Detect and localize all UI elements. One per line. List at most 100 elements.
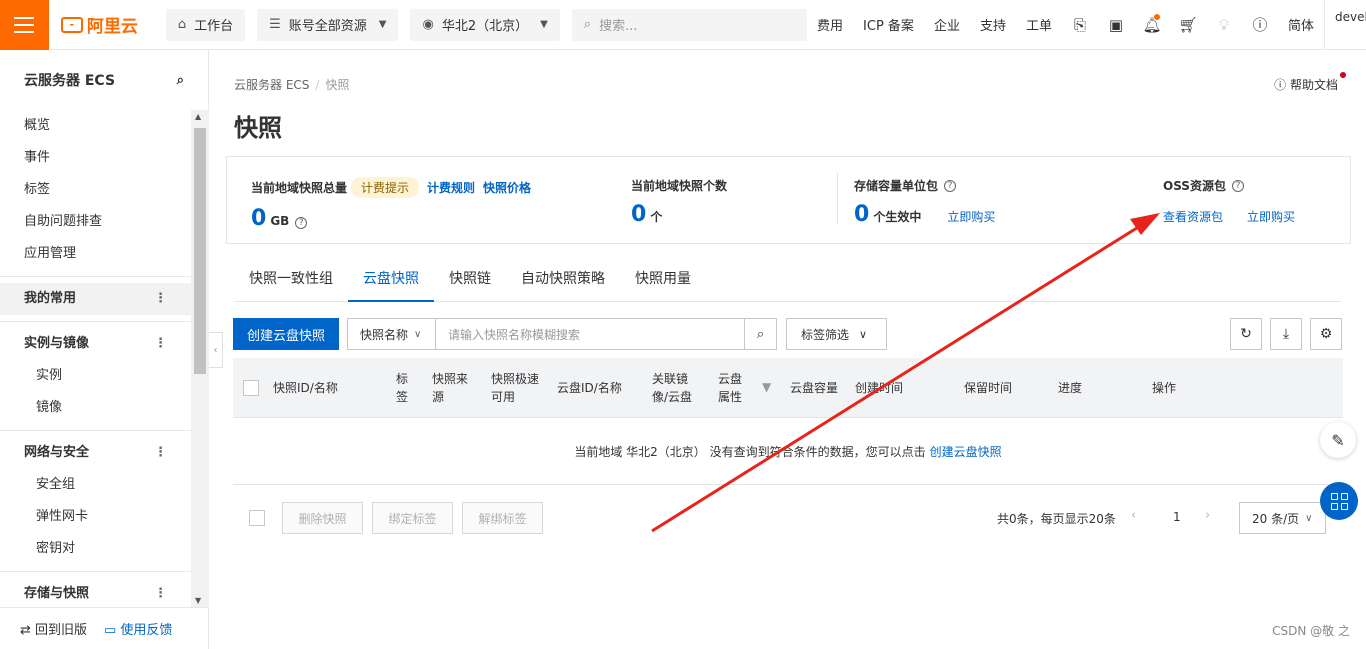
sidebar-group-storage[interactable]: 存储与快照 ⋮	[0, 578, 191, 607]
feedback-link[interactable]: ▭ 使用反馈	[104, 619, 172, 638]
nav-link-support[interactable]: 支持	[970, 15, 1016, 34]
create-disk-snapshot-button[interactable]: 创建云盘快照	[233, 318, 339, 350]
chevron-right-icon[interactable]: ›	[1205, 508, 1210, 523]
view-resource-packages-link[interactable]: 查看资源包	[1163, 208, 1223, 225]
export-button[interactable]: ⤓	[1270, 318, 1302, 350]
breadcrumb: 云服务器 ECS / 快照	[234, 78, 350, 92]
menu-icon[interactable]	[0, 0, 49, 50]
buy-oss-package-link[interactable]: 立即购买	[1247, 208, 1295, 225]
delete-snapshot-button[interactable]: 删除快照	[282, 502, 363, 534]
sidebar-item-images[interactable]: 镜像	[0, 392, 191, 424]
question-icon[interactable]: ?	[944, 179, 957, 192]
more-vertical-icon[interactable]: ⋮	[154, 283, 167, 315]
tab-auto-snapshot-policy[interactable]: 自动快照策略	[506, 262, 620, 302]
scroll-up-icon[interactable]: ▲	[195, 112, 201, 121]
all-resources-dropdown[interactable]: ☰ 账号全部资源 ▼	[257, 8, 399, 41]
buy-storage-package-link[interactable]: 立即购买	[947, 208, 995, 225]
nav-link-icp[interactable]: ICP 备案	[853, 15, 924, 34]
server-list-icon: ☰	[269, 17, 281, 32]
tab-snapshot-usage[interactable]: 快照用量	[620, 262, 706, 302]
table-empty-state: 当前地域 华北2（北京） 没有查询到符合条件的数据，您可以点击 创建云盘快照	[233, 419, 1343, 485]
select-all-checkbox-footer[interactable]	[249, 510, 265, 526]
snapshot-price-link[interactable]: 快照价格	[483, 179, 531, 196]
location-pin-icon: ◉	[422, 17, 434, 32]
breadcrumb-current: 快照	[325, 78, 350, 92]
chevron-down-icon: ▼	[540, 19, 548, 30]
col-snapshot-id: 快照ID/名称	[273, 381, 338, 395]
nav-link-billing[interactable]: 费用	[807, 15, 853, 34]
sidebar-group-instances[interactable]: 实例与镜像 ⋮	[0, 328, 191, 360]
question-icon: ⓘ	[1274, 78, 1287, 92]
tab-snapshot-chain[interactable]: 快照链	[434, 262, 506, 302]
sidebar-item-app-mgmt[interactable]: 应用管理	[0, 238, 191, 270]
global-search-input[interactable]: ⌕ 搜索...	[571, 8, 808, 41]
more-vertical-icon[interactable]: ⋮	[154, 578, 167, 607]
snapshot-tabs: 快照一致性组 云盘快照 快照链 自动快照策略 快照用量	[234, 262, 1341, 302]
chevron-down-icon: ∨	[414, 328, 422, 340]
sidebar-menu: 概览 事件 标签 自助问题排查 应用管理 我的常用 ⋮ 实例与镜像 ⋮ 实例 镜像 …	[0, 110, 191, 607]
unbind-tag-button[interactable]: 解绑标签	[462, 502, 543, 534]
refresh-button[interactable]: ↻	[1230, 318, 1262, 350]
settings-button[interactable]: ⚙	[1310, 318, 1342, 350]
col-related-image: 关联镜像/云盘	[652, 372, 693, 404]
sidebar-scrollbar[interactable]: ▲ ▼	[191, 110, 209, 607]
aliyun-logo[interactable]: - 阿里云	[60, 12, 154, 37]
help-icon[interactable]: ⓘ	[1242, 14, 1278, 35]
sidebar-item-overview[interactable]: 概览	[0, 110, 191, 142]
divider	[0, 571, 191, 572]
refresh-icon: ↻	[1240, 326, 1252, 342]
create-disk-snapshot-link[interactable]: 创建云盘快照	[930, 443, 1002, 460]
filter-icon[interactable]: ▼	[762, 378, 771, 396]
topbar-right-group: 费用 ICP 备案 企业 支持 工单 ⎘ ▣ 🔔︎ 🛒︎ 💡︎ ⓘ 简体 dev…	[807, 0, 1366, 50]
tab-consistency-group[interactable]: 快照一致性组	[234, 262, 348, 302]
chevron-left-icon[interactable]: ‹	[1131, 508, 1136, 523]
sidebar-item-troubleshoot[interactable]: 自助问题排查	[0, 206, 191, 238]
sidebar-item-keypair[interactable]: 密钥对	[0, 533, 191, 565]
filing-icon[interactable]: ⎘	[1062, 16, 1098, 34]
search-icon[interactable]: ⌕	[177, 73, 184, 88]
tag-filter-dropdown[interactable]: 标签筛选 ∨	[786, 318, 887, 350]
lightbulb-icon[interactable]: 💡︎	[1206, 16, 1242, 34]
sidebar-item-events[interactable]: 事件	[0, 142, 191, 174]
bind-tag-button[interactable]: 绑定标签	[372, 502, 453, 534]
terminal-icon[interactable]: ▣	[1098, 16, 1134, 34]
help-docs-link[interactable]: ⓘ 帮助文档	[1274, 72, 1346, 93]
tab-disk-snapshot[interactable]: 云盘快照	[348, 262, 434, 302]
question-icon[interactable]: ?	[295, 217, 308, 229]
breadcrumb-root[interactable]: 云服务器 ECS	[234, 78, 309, 92]
sidebar-item-tags[interactable]: 标签	[0, 174, 191, 206]
nav-link-ticket[interactable]: 工单	[1016, 15, 1062, 34]
search-field-select[interactable]: 快照名称 ∨	[347, 318, 436, 350]
bell-icon[interactable]: 🔔︎	[1134, 13, 1170, 34]
search-icon: ⌕	[756, 326, 765, 342]
pagination-page[interactable]: 1	[1173, 510, 1181, 524]
scrollbar-thumb[interactable]	[194, 128, 206, 374]
sidebar-item-favorites[interactable]: 我的常用 ⋮	[0, 283, 191, 315]
billing-tip-badge[interactable]: 计费提示	[351, 177, 420, 198]
page-size-select[interactable]: 20 条/页 ∨	[1239, 502, 1326, 534]
workbench-button[interactable]: ⌂ 工作台	[165, 8, 246, 41]
sidebar-item-instances[interactable]: 实例	[0, 360, 191, 392]
nav-link-enterprise[interactable]: 企业	[924, 15, 970, 34]
more-vertical-icon[interactable]: ⋮	[154, 328, 167, 360]
cart-icon[interactable]: 🛒︎	[1170, 16, 1206, 34]
sidebar-group-network[interactable]: 网络与安全 ⋮	[0, 437, 191, 469]
sidebar-item-eni[interactable]: 弹性网卡	[0, 501, 191, 533]
more-vertical-icon[interactable]: ⋮	[154, 437, 167, 469]
back-to-old-version-link[interactable]: ⇄ 回到旧版	[0, 619, 104, 638]
col-created-time: 创建时间	[855, 381, 904, 395]
language-switch[interactable]: 简体	[1278, 15, 1324, 34]
sidebar-item-security-group[interactable]: 安全组	[0, 469, 191, 501]
billing-rules-link[interactable]: 计费规则	[427, 179, 475, 196]
question-icon[interactable]: ?	[1231, 179, 1244, 192]
select-all-checkbox[interactable]	[243, 380, 259, 396]
snapshot-search-input[interactable]: 请输入快照名称模糊搜索	[435, 318, 745, 350]
user-account[interactable]: devel	[1324, 0, 1366, 50]
region-dropdown[interactable]: ◉ 华北2（北京） ▼	[410, 8, 560, 41]
apps-float-button[interactable]	[1320, 482, 1358, 520]
summary-count: 当前地域快照个数 0 个	[631, 179, 728, 227]
divider	[837, 173, 838, 225]
edit-float-button[interactable]: ✎	[1320, 422, 1356, 458]
search-button[interactable]: ⌕	[744, 318, 777, 350]
scroll-down-icon[interactable]: ▼	[195, 596, 201, 605]
